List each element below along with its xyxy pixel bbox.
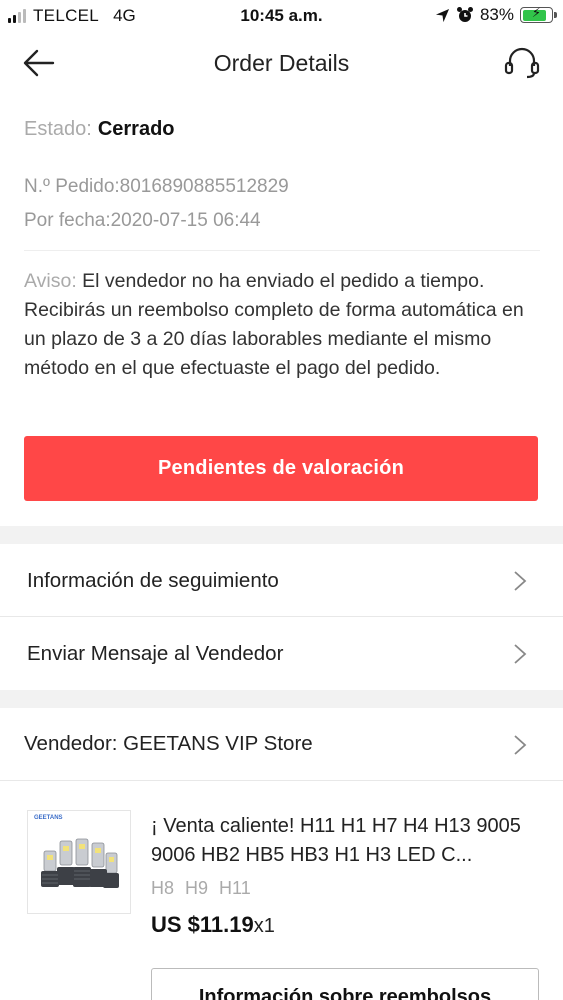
tracking-info-row[interactable]: Información de seguimiento xyxy=(0,544,563,617)
notice-text: El vendedor no ha enviado el pedido a ti… xyxy=(24,270,524,379)
page-title: Order Details xyxy=(213,50,350,76)
product-image-brand: GEETANS xyxy=(34,815,63,821)
product-quantity: x1 xyxy=(253,915,275,937)
product-variant: H8 H9 H11 xyxy=(151,878,251,898)
battery-percent: 83% xyxy=(479,5,514,24)
chevron-right-icon xyxy=(514,735,527,755)
chevron-right-icon xyxy=(514,571,527,591)
tracking-info-label: Información de seguimiento xyxy=(27,568,279,592)
status-bar-right: 83% ⚡ xyxy=(435,5,557,25)
location-arrow-icon xyxy=(435,8,450,22)
info-divider xyxy=(24,250,540,251)
order-status-label: Estado: xyxy=(24,118,92,140)
message-seller-row[interactable]: Enviar Mensaje al Vendedor xyxy=(0,617,563,690)
order-status: Estado: Cerrado xyxy=(24,118,540,152)
battery-icon: ⚡ xyxy=(520,5,557,23)
alarm-clock-icon xyxy=(456,7,473,22)
product-image[interactable]: GEETANS xyxy=(27,810,131,914)
order-date: Por fecha:2020-07-15 06:44 xyxy=(24,210,261,231)
section-gap xyxy=(0,690,563,708)
message-seller-label: Enviar Mensaje al Vendedor xyxy=(27,641,284,665)
product-price-value: US $11.19 xyxy=(151,912,254,937)
headset-icon xyxy=(504,47,540,79)
led-bulbs-image xyxy=(41,838,119,888)
app-header: Order Details xyxy=(0,36,563,92)
refund-info-button[interactable]: Información sobre reembolsos xyxy=(151,968,539,1000)
order-number: N.º Pedido:8016890885512829 xyxy=(24,176,289,197)
product-title[interactable]: ¡ Venta caliente! H11 H1 H7 H4 H13 9005 … xyxy=(151,812,543,870)
seller-row[interactable]: Vendedor: GEETANS VIP Store xyxy=(0,708,563,780)
order-meta: N.º Pedido:8016890885512829 Por fecha:20… xyxy=(24,170,540,238)
order-status-value: Cerrado xyxy=(97,118,175,140)
section-gap xyxy=(0,526,563,544)
pending-review-button[interactable]: Pendientes de valoración xyxy=(24,436,538,501)
row-divider xyxy=(0,780,563,781)
seller-label: Vendedor: GEETANS VIP Store xyxy=(24,732,313,755)
notice-label: Aviso: xyxy=(24,270,77,292)
chevron-right-icon xyxy=(514,644,527,664)
product-price: US $11.19x1 xyxy=(151,912,275,938)
customer-support-button[interactable] xyxy=(503,46,543,82)
order-notice: Aviso: El vendedor no ha enviado el pedi… xyxy=(24,267,540,383)
order-info-section: Estado: Cerrado N.º Pedido:80168908855128… xyxy=(24,118,540,383)
status-bar: TELCEL 4G 10:45 a.m. 83% ⚡ xyxy=(0,0,563,32)
